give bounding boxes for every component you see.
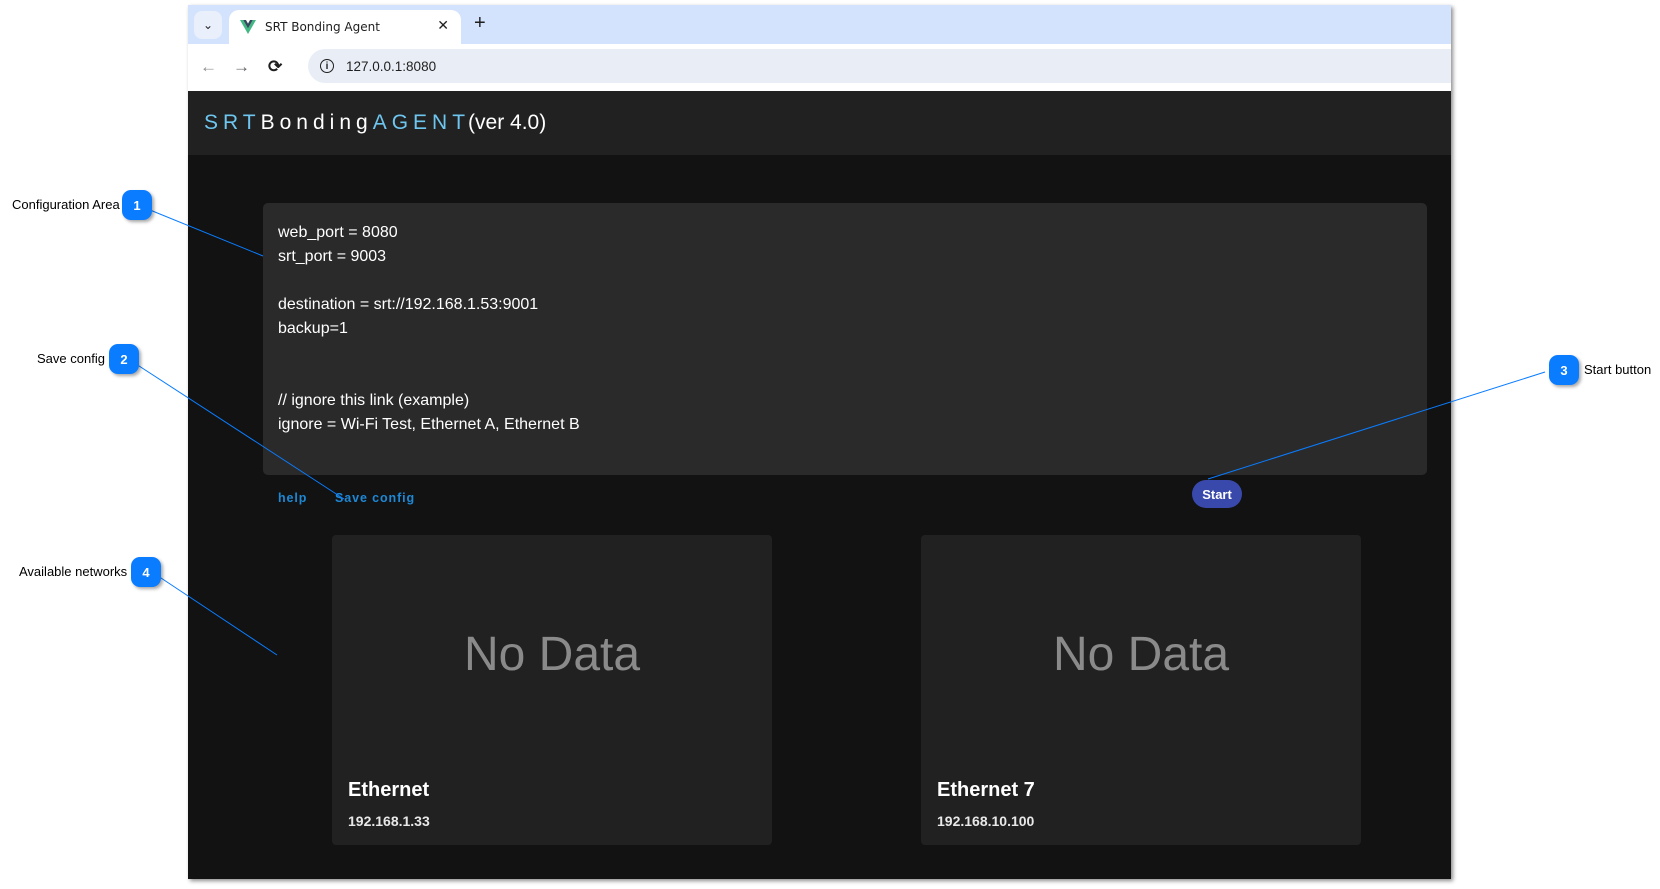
network-name: Ethernet 7	[937, 779, 1035, 801]
back-icon[interactable]: ←	[200, 58, 217, 75]
callout-badge-4: 4	[131, 557, 161, 587]
callout-number: 4	[142, 564, 150, 580]
forward-icon[interactable]: →	[233, 58, 250, 75]
chevron-down-icon: ⌄	[202, 18, 214, 32]
callout-label-2: Save config	[37, 351, 105, 366]
callout-number: 1	[133, 197, 141, 213]
callout-badge-3: 3	[1549, 355, 1579, 385]
tab-list-button[interactable]: ⌄	[194, 11, 222, 39]
network-name: Ethernet	[348, 779, 430, 801]
app-title: SRTBondingAGENT(ver 4.0)	[204, 111, 546, 135]
network-card: No Data Ethernet 192.168.1.33	[332, 535, 772, 845]
address-url[interactable]: 127.0.0.1:8080	[346, 59, 436, 74]
start-button-label: Start	[1202, 486, 1232, 502]
vue-logo-icon	[240, 20, 256, 34]
callout-number: 3	[1560, 362, 1568, 378]
close-tab-icon[interactable]: ✕	[437, 17, 449, 34]
network-ip: 192.168.1.33	[348, 813, 430, 829]
callout-badge-2: 2	[109, 344, 139, 374]
callout-label-3: Start button	[1584, 362, 1652, 377]
network-ip: 192.168.10.100	[937, 813, 1035, 829]
no-data-placeholder: No Data	[463, 628, 641, 681]
network-card: No Data Ethernet 7 192.168.10.100	[921, 535, 1361, 845]
callout-badge-1: 1	[122, 190, 152, 220]
save-config-button[interactable]: Save config	[335, 491, 415, 505]
brand-srt: SRT	[204, 111, 261, 134]
configuration-area[interactable]: web_port = 8080 srt_port = 9003 destinat…	[263, 203, 1427, 475]
config-text[interactable]: web_port = 8080 srt_port = 9003 destinat…	[278, 221, 580, 437]
browser-toolbar: ← → ⟳ i 127.0.0.1:8080	[188, 44, 1451, 91]
tab-title: SRT Bonding Agent	[265, 20, 380, 34]
help-button[interactable]: help	[278, 491, 307, 505]
reload-icon[interactable]: ⟳	[268, 58, 282, 75]
callout-number: 2	[120, 351, 128, 367]
address-bar[interactable]: i 127.0.0.1:8080	[308, 49, 1451, 83]
callout-label-1: Configuration Area	[12, 197, 120, 212]
brand-bonding: Bonding	[260, 111, 373, 134]
start-button[interactable]: Start	[1192, 480, 1242, 508]
browser-window: ⌄ SRT Bonding Agent ✕ + ← → ⟳ i 127.0.0.…	[188, 5, 1451, 879]
app-version: (ver 4.0)	[468, 111, 547, 134]
browser-tab[interactable]: SRT Bonding Agent ✕	[229, 10, 461, 44]
callout-label-4: Available networks	[19, 564, 128, 579]
new-tab-button[interactable]: +	[474, 13, 486, 33]
tab-strip: ⌄ SRT Bonding Agent ✕ +	[188, 5, 1451, 44]
brand-agent: AGENT	[372, 111, 471, 134]
app-header: SRTBondingAGENT(ver 4.0)	[188, 91, 1451, 155]
site-info-icon[interactable]: i	[320, 59, 334, 73]
no-data-placeholder: No Data	[1052, 628, 1230, 681]
